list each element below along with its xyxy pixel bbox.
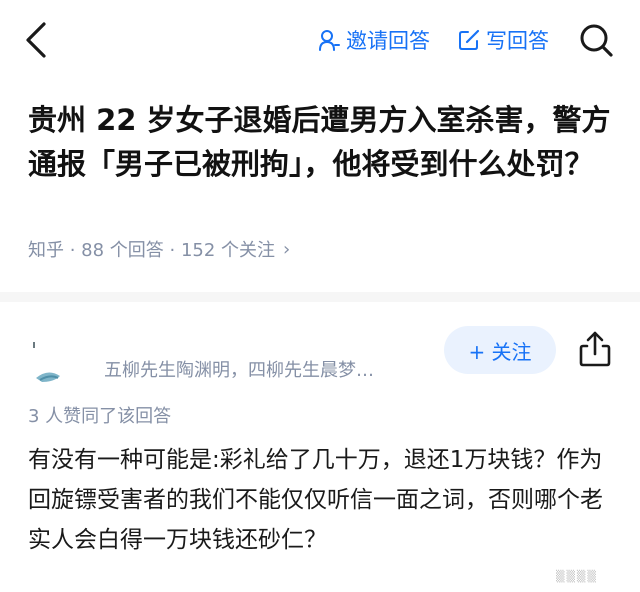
edit-icon [459, 29, 480, 50]
write-answer-button[interactable]: 写回答 [458, 24, 549, 56]
section-divider [0, 292, 640, 302]
question-title[interactable]: 贵州 22 岁女子退婚后遭男方入室杀害，警方通报「男子已被刑拘」，他将受到什么处… [28, 98, 618, 186]
follow-button[interactable]: + 关注 [444, 326, 556, 374]
question-meta[interactable]: 知乎 · 88 个回答 · 152 个关注 › [28, 236, 290, 262]
question-stats: 知乎 · 88 个回答 · 152 个关注 [28, 240, 276, 261]
answer-content[interactable]: 有没有一种可能是:彩礼给了几十万，退还1万块钱？作为回旋镖受害者的我们不能仅仅听… [28, 440, 624, 560]
share-icon[interactable] [578, 330, 612, 368]
author-description: 五柳先生陶渊明，四柳先生晨梦… [104, 360, 374, 381]
invite-answer-button[interactable]: 邀请回答 [318, 24, 430, 56]
person-icon [319, 30, 340, 51]
watermark: ▒▒▒▒ [556, 570, 598, 583]
search-icon[interactable] [578, 22, 614, 58]
invite-answer-label: 邀请回答 [346, 29, 430, 53]
top-bar: 邀请回答 写回答 [0, 0, 640, 80]
chevron-right-icon: › [283, 238, 291, 260]
write-answer-label: 写回答 [486, 29, 549, 53]
avatar[interactable] [30, 338, 78, 386]
back-chevron-icon[interactable] [22, 20, 52, 60]
vote-count: 3 人赞同了该回答 [28, 406, 172, 427]
